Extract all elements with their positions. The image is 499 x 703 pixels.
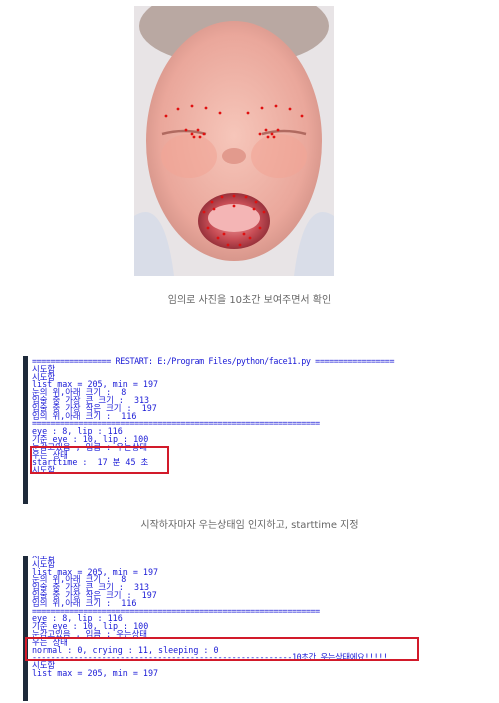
baby-face-photo bbox=[134, 6, 334, 276]
console-line: list max = 205, min = 197 bbox=[32, 667, 159, 678]
face-landmark-image bbox=[134, 6, 334, 276]
console-line: 시도함 bbox=[32, 363, 56, 374]
highlight-box bbox=[25, 637, 419, 661]
console-line: ================= RESTART: E:/Program Fi… bbox=[32, 356, 395, 366]
console-left-edge bbox=[23, 356, 28, 504]
highlight-box bbox=[30, 446, 169, 474]
console-caption: 시작하자마자 우는상태임 인지하고, starttime 지정 bbox=[140, 520, 359, 531]
console-output-2: 시도함 시도함 list max = 205, min = 197 눈의 위,아래 크… bbox=[23, 556, 423, 701]
console-left-edge bbox=[23, 556, 28, 701]
console-output-1: ================= RESTART: E:/Program Fi… bbox=[23, 356, 441, 504]
photo-caption: 임의로 사진을 10초간 보여주면서 확인 bbox=[167, 295, 332, 306]
